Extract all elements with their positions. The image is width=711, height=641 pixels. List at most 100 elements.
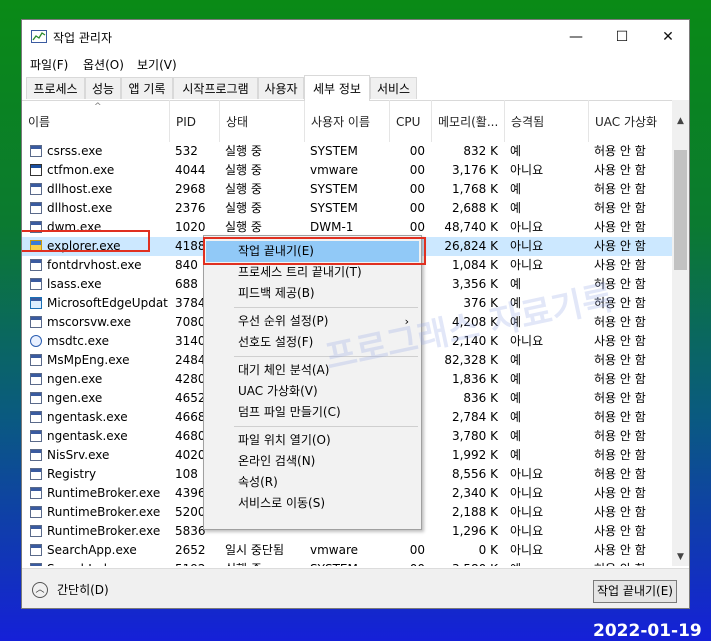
menu-separator: [234, 426, 418, 427]
column-header-cpu[interactable]: CPU: [389, 100, 431, 142]
context-menu-item[interactable]: 속성(R): [206, 472, 419, 493]
end-task-button[interactable]: 작업 끝내기(E): [593, 580, 677, 603]
process-name[interactable]: msdtc.exe: [22, 332, 169, 351]
cell-pid: 2968: [175, 182, 206, 196]
process-name[interactable]: dwm.exe: [22, 218, 169, 237]
table-row[interactable]: csrss.exe 532 실행 중 SYSTEM 00 832 K 예 허용 안 함: [22, 142, 672, 161]
context-menu-label: 덤프 파일 만들기(C): [238, 405, 341, 419]
process-name[interactable]: dllhost.exe: [22, 199, 169, 218]
cell-cpu: 00: [409, 163, 425, 177]
process-icon: [30, 259, 42, 271]
cell-uac: 허용 안 함: [594, 182, 646, 196]
context-menu-item[interactable]: 덤프 파일 만들기(C): [206, 402, 419, 423]
process-name[interactable]: RuntimeBroker.exe: [22, 484, 169, 503]
context-menu-item[interactable]: 선호도 설정(F): [206, 332, 419, 353]
scroll-down-icon[interactable]: ▼: [672, 549, 689, 566]
minimize-button[interactable]: —: [553, 20, 599, 54]
tab-startup[interactable]: 시작프로그램: [173, 77, 258, 99]
title-bar: 작업 관리자 — ☐ ✕: [22, 20, 689, 54]
column-header-pid[interactable]: PID: [169, 100, 219, 142]
context-menu-item[interactable]: 프로세스 트리 끝내기(T): [206, 262, 419, 283]
context-menu-item[interactable]: 대기 체인 분석(A): [206, 360, 419, 381]
footer-bar: ︿ 간단히(D) 작업 끝내기(E): [22, 568, 689, 608]
column-header-elevated[interactable]: 승격됨: [504, 100, 588, 142]
process-name[interactable]: RuntimeBroker.exe: [22, 522, 169, 541]
process-icon: [30, 373, 42, 385]
cell-elevated: 아니요: [510, 163, 544, 177]
column-header-status[interactable]: 상태: [219, 100, 304, 142]
cell-uac: 사용 안 함: [594, 486, 646, 500]
process-icon: [30, 544, 42, 556]
cell-elevated: 아니요: [510, 220, 544, 234]
scroll-up-icon[interactable]: ▲: [672, 113, 689, 130]
context-menu-item[interactable]: UAC 가상화(V): [206, 381, 419, 402]
chevron-up-icon[interactable]: ︿: [32, 582, 48, 598]
column-header-name[interactable]: 이름: [22, 100, 169, 142]
cell-uac: 사용 안 함: [594, 334, 646, 348]
maximize-button[interactable]: ☐: [599, 20, 645, 54]
context-menu-item[interactable]: 우선 순위 설정(P) ›: [206, 311, 419, 332]
vertical-scrollbar[interactable]: ▲ ▼: [672, 100, 689, 566]
process-name[interactable]: csrss.exe: [22, 142, 169, 161]
table-row[interactable]: ctfmon.exe 4044 실행 중 vmware 00 3,176 K 아니요 사용 안…: [22, 161, 672, 180]
cell-uac: 허용 안 함: [594, 448, 646, 462]
cell-cpu: 00: [409, 182, 425, 196]
process-name[interactable]: ngen.exe: [22, 389, 169, 408]
context-menu-item[interactable]: 서비스로 이동(S): [206, 493, 419, 514]
column-header-uac[interactable]: UAC 가상화: [588, 100, 672, 142]
cell-elevated: 아니요: [510, 543, 544, 557]
table-row[interactable]: SearchApp.exe 2652 일시 중단됨 vmware 00 0 K 아니요 사용 …: [22, 541, 672, 560]
process-name[interactable]: ctfmon.exe: [22, 161, 169, 180]
collapse-link[interactable]: 간단히(D): [57, 581, 109, 598]
cell-uac: 사용 안 함: [594, 524, 646, 538]
process-name[interactable]: MicrosoftEdgeUpdat...: [22, 294, 169, 313]
tab-app-history[interactable]: 앱 기록: [121, 77, 173, 99]
process-name[interactable]: SearchIndexer.exe: [22, 560, 169, 566]
menu-file[interactable]: 파일(F): [30, 56, 68, 73]
process-icon: [30, 392, 42, 404]
process-name[interactable]: RuntimeBroker.exe: [22, 503, 169, 522]
context-menu-item[interactable]: 작업 끝내기(E): [206, 241, 419, 262]
process-icon: [30, 145, 42, 157]
context-menu-label: 온라인 검색(N): [238, 454, 316, 468]
process-name[interactable]: Registry: [22, 465, 169, 484]
process-name[interactable]: lsass.exe: [22, 275, 169, 294]
process-name[interactable]: ngen.exe: [22, 370, 169, 389]
process-name[interactable]: explorer.exe: [22, 237, 169, 256]
context-menu-item[interactable]: 피드백 제공(B): [206, 283, 419, 304]
tab-bar: 프로세스 성능 앱 기록 시작프로그램 사용자 세부 정보 서비스: [22, 75, 689, 101]
process-name[interactable]: ngentask.exe: [22, 408, 169, 427]
close-button[interactable]: ✕: [645, 20, 689, 54]
process-icon: [30, 278, 42, 290]
tab-users[interactable]: 사용자: [258, 77, 304, 99]
cell-mem: 3,176 K: [451, 163, 498, 177]
context-menu-label: UAC 가상화(V): [238, 384, 318, 398]
tab-details[interactable]: 세부 정보: [304, 75, 370, 101]
process-name[interactable]: mscorsvw.exe: [22, 313, 169, 332]
table-row[interactable]: SearchIndexer.exe5192실행 중SYSTEM003,580 K…: [22, 560, 672, 566]
menu-options[interactable]: 옵션(O): [83, 56, 124, 73]
process-name[interactable]: dllhost.exe: [22, 180, 169, 199]
cell-mem: 376 K: [463, 296, 498, 310]
process-name[interactable]: MsMpEng.exe: [22, 351, 169, 370]
table-row[interactable]: dllhost.exe 2968 실행 중 SYSTEM 00 1,768 K 예 허용 안 …: [22, 180, 672, 199]
column-header-username[interactable]: 사용자 이름: [304, 100, 389, 142]
tab-performance[interactable]: 성능: [85, 77, 121, 99]
table-row[interactable]: dllhost.exe 2376 실행 중 SYSTEM 00 2,688 K 예 허용 안 …: [22, 199, 672, 218]
context-menu-item[interactable]: 파일 위치 열기(O): [206, 430, 419, 451]
column-header-memory[interactable]: 메모리(활...: [431, 100, 504, 142]
tab-processes[interactable]: 프로세스: [26, 77, 85, 99]
cell-status: 실행 중: [225, 144, 262, 158]
folder-icon: [30, 240, 42, 252]
tab-services[interactable]: 서비스: [370, 77, 417, 99]
menu-view[interactable]: 보기(V): [137, 56, 177, 73]
cell-status: 실행 중: [219, 560, 304, 566]
process-name[interactable]: ngentask.exe: [22, 427, 169, 446]
cell-pid: 2652: [175, 543, 206, 557]
context-menu-item[interactable]: 온라인 검색(N): [206, 451, 419, 472]
scrollbar-thumb[interactable]: [674, 150, 687, 270]
process-name[interactable]: NisSrv.exe: [22, 446, 169, 465]
process-name[interactable]: fontdrvhost.exe: [22, 256, 169, 275]
process-name[interactable]: SearchApp.exe: [22, 541, 169, 560]
cell-uac: 사용 안 함: [594, 239, 646, 253]
